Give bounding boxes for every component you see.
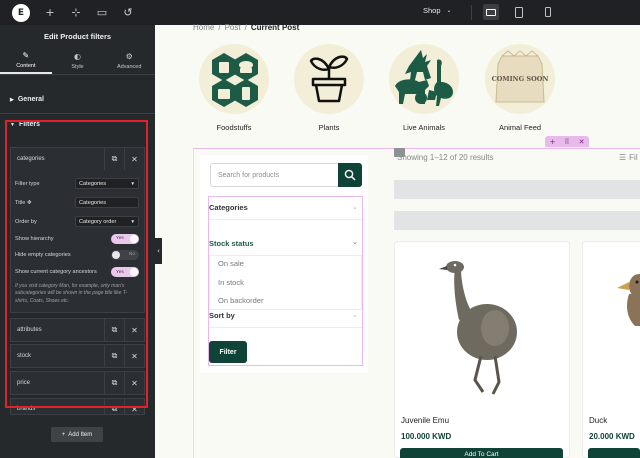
chevron-left-icon: ‹ xyxy=(157,247,160,255)
category-plants[interactable]: Plants xyxy=(289,44,369,132)
add-to-cart-button[interactable]: Add To Cart xyxy=(400,448,563,458)
category-animal-feed[interactable]: COMING SOON Animal Feed xyxy=(480,44,560,132)
results-count: Showing 1–12 of 20 results xyxy=(397,153,494,162)
mobile-device-button[interactable] xyxy=(540,4,556,20)
elementor-logo-icon[interactable]: E xyxy=(12,3,30,22)
add-to-cart-label: Add To Cart xyxy=(464,451,499,458)
breadcrumb-current: Current Post xyxy=(250,23,300,32)
mobile-icon xyxy=(545,7,551,17)
breadcrumb: Home / Post / Current Post xyxy=(193,23,300,32)
divider xyxy=(209,327,362,328)
structure-icon[interactable]: ⊹ xyxy=(70,6,82,19)
product-name[interactable]: Juvenile Emu xyxy=(401,416,449,425)
tab-label: Content xyxy=(16,62,36,69)
filter-button[interactable]: Filter xyxy=(209,341,247,363)
foodstuffs-icon xyxy=(199,44,269,114)
tab-advanced[interactable]: ⚙ Advanced xyxy=(103,47,155,74)
drag-handle-icon[interactable]: ⠿ xyxy=(564,138,569,146)
tab-content[interactable]: ✎ Content xyxy=(0,47,52,74)
category-live-animals[interactable]: Live Animals xyxy=(384,44,464,132)
gear-icon: ⚙ xyxy=(125,51,133,61)
add-item-label: Add Item xyxy=(68,431,93,438)
add-to-cart-button[interactable] xyxy=(588,448,640,458)
close-icon[interactable]: ✕ xyxy=(579,138,585,146)
panel-title: Edit Product filters xyxy=(43,31,112,41)
tab-label: Advanced xyxy=(116,63,142,70)
section-handle[interactable]: + ⠿ ✕ xyxy=(545,136,589,147)
category-label: Live Animals xyxy=(402,123,446,132)
filter-stock-heading[interactable]: Stock status xyxy=(209,239,254,248)
placeholder-bar xyxy=(394,180,640,199)
highlight-box xyxy=(5,120,148,408)
divider xyxy=(209,219,362,220)
animals-icon xyxy=(389,44,459,114)
page-selector[interactable]: Shop ⌄ xyxy=(423,6,452,15)
desktop-device-button[interactable] xyxy=(483,4,499,20)
stock-option-on-backorder[interactable]: On backorder xyxy=(218,296,263,305)
stock-option-in-stock[interactable]: In stock xyxy=(218,278,244,287)
stock-option-on-sale[interactable]: On sale xyxy=(218,259,244,268)
pencil-icon: ✎ xyxy=(22,50,30,60)
chevron-right-icon: ▶ xyxy=(10,96,14,103)
category-label: Animal Feed xyxy=(498,123,542,132)
product-name[interactable]: Duck xyxy=(589,416,607,425)
chevron-down-icon[interactable]: ⌄ xyxy=(352,203,358,211)
product-card[interactable]: Juvenile Emu 100.000 KWD xyxy=(394,241,570,458)
panel-tabs: ✎ Content ◐ Style ⚙ Advanced xyxy=(0,47,155,75)
filter-sort-heading[interactable]: Sort by xyxy=(209,311,235,320)
history-icon[interactable]: ↺ xyxy=(122,6,134,19)
desktop-icon xyxy=(486,8,496,16)
section-label: General xyxy=(17,96,44,103)
search-button[interactable] xyxy=(338,163,362,187)
collapse-panel-button[interactable]: ‹ xyxy=(155,238,162,264)
tab-style[interactable]: ◐ Style xyxy=(52,47,104,74)
divider xyxy=(471,5,472,20)
tablet-icon xyxy=(515,6,523,18)
product-image-duck xyxy=(617,274,640,326)
filter-categories-heading[interactable]: Categories xyxy=(209,203,248,212)
editor-topbar: E + ⊹ ▭ ↺ Shop ⌄ xyxy=(0,0,640,25)
filter-icon: ☰ xyxy=(619,153,627,162)
tablet-device-button[interactable] xyxy=(511,4,527,20)
breadcrumb-post[interactable]: Post xyxy=(225,23,241,32)
product-image-emu xyxy=(439,261,517,395)
product-price: 20.000 KWD xyxy=(589,432,635,441)
search-icon xyxy=(344,169,356,181)
chevron-down-icon: ⌄ xyxy=(446,7,452,14)
search-input[interactable]: Search for products xyxy=(210,163,338,187)
plus-icon[interactable]: + xyxy=(44,6,56,19)
filter-link-label: Fil xyxy=(629,153,638,162)
divider xyxy=(0,113,155,114)
product-price: 100.000 KWD xyxy=(401,432,452,441)
breadcrumb-home[interactable]: Home xyxy=(193,23,214,32)
widget-edit-handle[interactable] xyxy=(394,148,405,157)
category-label: Foodstuffs xyxy=(216,123,252,132)
category-foodstuffs[interactable]: Foodstuffs xyxy=(194,44,274,132)
tab-label: Style xyxy=(71,63,84,70)
plus-icon: + xyxy=(61,431,66,438)
chevron-down-icon[interactable]: ⌄ xyxy=(352,311,358,319)
chevron-down-icon[interactable]: ⌄ xyxy=(352,238,358,246)
plant-icon xyxy=(294,44,364,114)
product-card[interactable]: Duck 20.000 KWD xyxy=(582,241,640,458)
feed-sack-icon: COMING SOON xyxy=(485,44,555,114)
page-selector-label: Shop xyxy=(423,6,441,15)
section-general[interactable]: ▶ General xyxy=(10,96,44,103)
page-settings-icon[interactable]: ▭ xyxy=(96,6,108,19)
category-label: Plants xyxy=(318,123,340,132)
contrast-icon: ◐ xyxy=(74,51,81,61)
add-item-button[interactable]: + Add Item xyxy=(51,427,103,442)
filter-toggle-link[interactable]: ☰ Fil xyxy=(619,153,638,162)
coming-soon-badge: COMING SOON xyxy=(491,75,549,83)
plus-icon[interactable]: + xyxy=(550,138,556,146)
placeholder-bar xyxy=(394,211,640,230)
